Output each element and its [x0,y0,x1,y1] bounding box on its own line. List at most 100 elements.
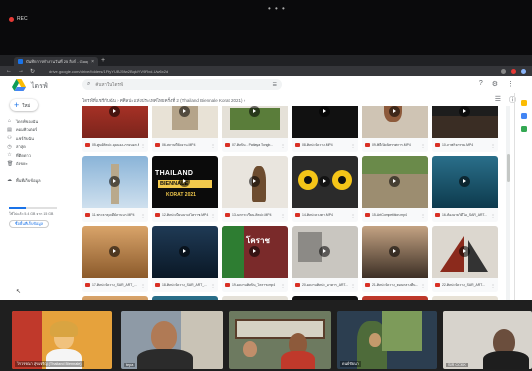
back-arrow-icon[interactable]: ← [6,68,12,74]
more-actions-icon[interactable]: ⋮ [491,143,495,148]
more-actions-icon[interactable]: ⋮ [141,283,145,288]
sidebar-item[interactable]: ☁ พื้นที่เก็บข้อมูล [7,176,79,185]
search-icon[interactable]: ⌕ [87,81,90,88]
video-thumbnail[interactable] [432,106,498,138]
profile-avatar-icon[interactable] [521,68,526,74]
play-icon[interactable] [249,106,260,117]
play-icon[interactable] [109,106,120,117]
extension-icon[interactable] [501,68,506,74]
more-actions-icon[interactable]: ⋮ [421,283,425,288]
more-actions-icon[interactable]: ⋮ [281,283,285,288]
sidebar-item[interactable]: ⚇ แชร์กับฉัน [7,134,79,143]
more-actions-icon[interactable]: ⋮ [211,213,215,218]
help-icon[interactable]: ? [479,80,483,88]
sidebar-item[interactable]: ☆ ที่ติดดาว [7,151,79,160]
file-card[interactable]: 10-ภาพกิจกรรม.MP4 ⋮ [432,106,498,152]
video-thumbnail[interactable] [82,226,148,278]
file-card[interactable]: โคราช 19-ผลงานศิลปิน_โคราช.mp4 ⋮ [222,226,288,292]
more-actions-icon[interactable]: ⋮ [421,143,425,148]
video-thumbnail[interactable] [362,226,428,278]
apps-grid-icon[interactable]: ⋮ [507,80,514,88]
video-thumbnail[interactable] [152,226,218,278]
breadcrumb[interactable]: ไดรฟ์ที่แชร์กับฉัน › ศศิลปะแห่งประเทศไทย… [82,97,502,104]
file-card[interactable]: 07-ศิลปิน - Pattaya Tongb... ⋮ [222,106,288,152]
more-actions-icon[interactable]: ⋮ [141,213,145,218]
video-thumbnail[interactable]: THAILAND BIENNALE KORAT 2021 [152,156,218,208]
file-card[interactable]: 18-ศิลปะจัดวาง_SAR_ART_... ⋮ [152,226,218,292]
file-card[interactable]: 13-นกกระเรียน-ศิลปะ.MP4 ⋮ [222,156,288,222]
more-actions-icon[interactable]: ⋮ [281,213,285,218]
file-card[interactable]: 22-ศิลปะจัดวาง_SAR_ART... ⋮ [432,226,498,292]
video-thumbnail[interactable] [432,156,498,208]
more-actions-icon[interactable]: ⋮ [211,283,215,288]
more-actions-icon[interactable]: ⋮ [491,283,495,288]
video-thumbnail[interactable] [362,106,428,138]
video-thumbnail[interactable] [152,106,218,138]
scrollbar[interactable] [506,106,510,300]
video-thumbnail[interactable] [432,226,498,278]
video-thumbnail[interactable] [222,156,288,208]
file-card[interactable]: 06-สถานที่จัดงาน.MP4 ⋮ [152,106,218,152]
drive-logo-icon[interactable] [12,79,26,91]
reload-icon[interactable]: ↻ [30,68,35,75]
tab-close-icon[interactable]: × [91,59,94,65]
play-icon[interactable] [389,106,400,117]
video-thumbnail[interactable] [82,156,148,208]
play-icon[interactable] [459,246,470,257]
file-card[interactable]: 20-ผลงานศิลปะ_อาคาร_ART... ⋮ [292,226,358,292]
url-field[interactable]: drive.google.com/drive/folders/1FfyYUBJ5… [49,69,495,74]
more-actions-icon[interactable]: ⋮ [281,143,285,148]
video-thumbnail[interactable] [292,156,358,208]
file-card[interactable]: 15-ArtCompetition.mp4 ⋮ [362,156,428,222]
play-icon[interactable] [179,246,190,257]
video-thumbnail[interactable] [82,106,148,138]
play-icon[interactable] [459,106,470,117]
search-input[interactable]: ค้นหาในไดรฟ์ [95,81,123,88]
sidebar-item[interactable]: 🗑 ถังขยะ [7,160,79,169]
new-button[interactable]: + ใหม่ [10,99,38,111]
file-card[interactable]: 16-ห้องฉายวิดีโอ_SAR_ART... ⋮ [432,156,498,222]
calendar-icon[interactable] [520,100,527,106]
forward-arrow-icon[interactable]: → [18,68,24,74]
play-icon[interactable] [109,246,120,257]
file-card[interactable]: 08-ศิลปะจัดวาง.MP4 ⋮ [292,106,358,152]
sidebar-item[interactable]: ▤ คอมพิวเตอร์ [7,126,79,135]
video-thumbnail[interactable] [222,106,288,138]
file-card[interactable]: THAILAND BIENNALE KORAT 2021 12-ศิลปะเบียนน… [152,156,218,222]
extension-icon[interactable] [511,68,516,74]
play-icon[interactable] [319,106,330,117]
participant-tile[interactable] [229,311,331,369]
file-card[interactable]: 05-ศูนย์ศิลปะ-มุมมอง-ภายนอก.MP4⋮ [82,106,148,152]
play-icon[interactable] [319,176,330,187]
file-card[interactable]: 11-พระธาตุเจดีย์ลานนา.MP4 ⋮ [82,156,148,222]
play-icon[interactable] [389,176,400,187]
file-card[interactable]: 17-ศิลปะจัดวาง_SAR_ART_... ⋮ [82,226,148,292]
more-actions-icon[interactable]: ⋮ [421,213,425,218]
play-icon[interactable] [109,176,120,187]
sidebar-item[interactable]: ◷ ล่าสุด [7,143,79,152]
search-options-icon[interactable]: ☰ [273,82,277,88]
participant-tile[interactable]: SIR CCKK [443,311,532,369]
participant-tile[interactable]: ดนย์ชัยนา [337,311,437,369]
participant-tile[interactable]: ไรวรรณา สุขเจริญ (Thailand Biennale) [12,311,112,369]
new-tab-icon[interactable]: + [101,57,105,64]
keep-icon[interactable] [520,113,527,119]
scrollbar-thumb[interactable] [506,154,510,182]
play-icon[interactable] [459,176,470,187]
play-icon[interactable] [249,246,260,257]
video-thumbnail[interactable]: โคราช [222,226,288,278]
search-bar[interactable]: ⌕ ค้นหาในไดรฟ์ ☰ [82,79,282,90]
video-thumbnail[interactable] [362,156,428,208]
sidebar-item[interactable]: ⌂ ไดรฟ์ของฉัน [7,117,79,126]
settings-gear-icon[interactable]: ⚙ [492,80,498,88]
video-thumbnail[interactable] [292,226,358,278]
more-actions-icon[interactable]: ⋮ [351,143,355,148]
file-card[interactable]: 14-ศิลปะดวงตา.MP4 ⋮ [292,156,358,222]
play-icon[interactable] [319,246,330,257]
more-actions-icon[interactable]: ⋮ [351,213,355,218]
play-icon[interactable] [179,176,190,187]
file-card[interactable]: 21-ศิลปะจัดวาง_ตอนกลางคืน... ⋮ [362,226,428,292]
play-icon[interactable] [179,106,190,117]
more-actions-icon[interactable]: ⋮ [211,143,215,148]
file-card[interactable]: 09-พิธีเปิดนิทรรศการ.MP4 ⋮ [362,106,428,152]
